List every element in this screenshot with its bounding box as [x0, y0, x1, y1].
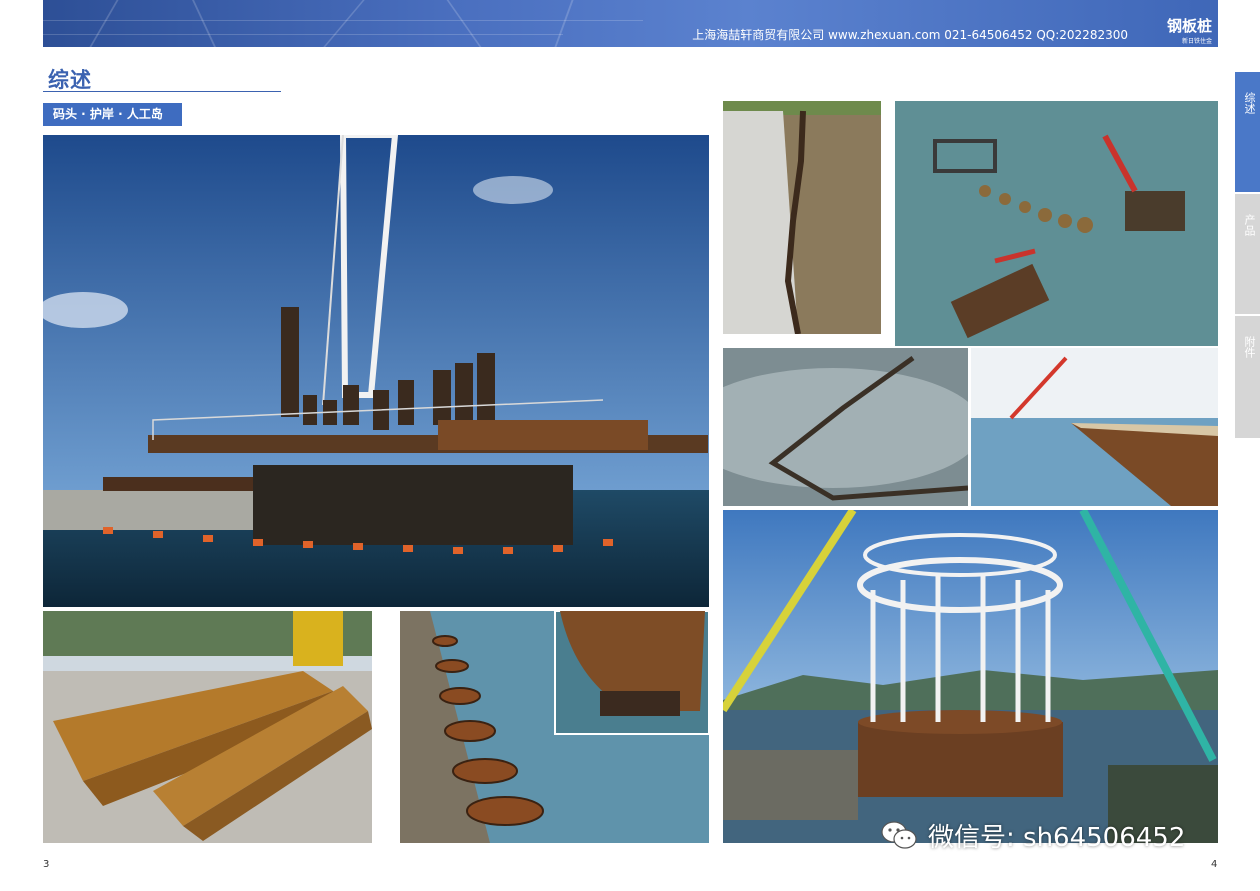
side-tab-overview[interactable]: 综述 — [1235, 72, 1260, 192]
category-tag: 码头 · 护岸 · 人工岛 — [43, 103, 182, 126]
page-number-left: 3 — [43, 859, 50, 870]
pipe-piles-photo — [400, 611, 709, 843]
side-tab-label: 综述 — [1243, 92, 1256, 114]
watermark-text: 微信号: sh64506452 — [928, 822, 1186, 853]
side-tab-products[interactable]: 产品 — [1235, 194, 1260, 314]
trench-sheet-pile-photo — [723, 101, 881, 334]
cofferdam-crane-photo — [723, 510, 1218, 843]
side-tab-label: 附件 — [1243, 336, 1256, 358]
wechat-watermark: 微信号: sh64506452 — [880, 815, 1185, 855]
company-info: 上海海喆轩商贸有限公司 www.zhexuan.com 021-64506452… — [692, 28, 1128, 42]
section-title: 综述 — [48, 68, 92, 92]
page-number-right: 4 — [1211, 859, 1218, 870]
header-banner: 上海海喆轩商贸有限公司 www.zhexuan.com 021-64506452… — [43, 0, 1218, 47]
brand-name: 钢板桩 — [1166, 17, 1212, 35]
steel-beams-photo — [43, 611, 372, 843]
breakwater-aerial-photo — [723, 348, 968, 506]
main-harbor-photo — [43, 135, 709, 607]
side-tab-label: 产品 — [1243, 214, 1256, 236]
side-tab-attachments[interactable]: 附件 — [1235, 316, 1260, 438]
wechat-icon — [881, 821, 917, 849]
brand-subtitle: 新日铁住金 — [1181, 38, 1212, 45]
title-underline — [43, 91, 281, 92]
aerial-crane-photo — [895, 101, 1218, 346]
seawall-construction-photo — [971, 348, 1218, 506]
